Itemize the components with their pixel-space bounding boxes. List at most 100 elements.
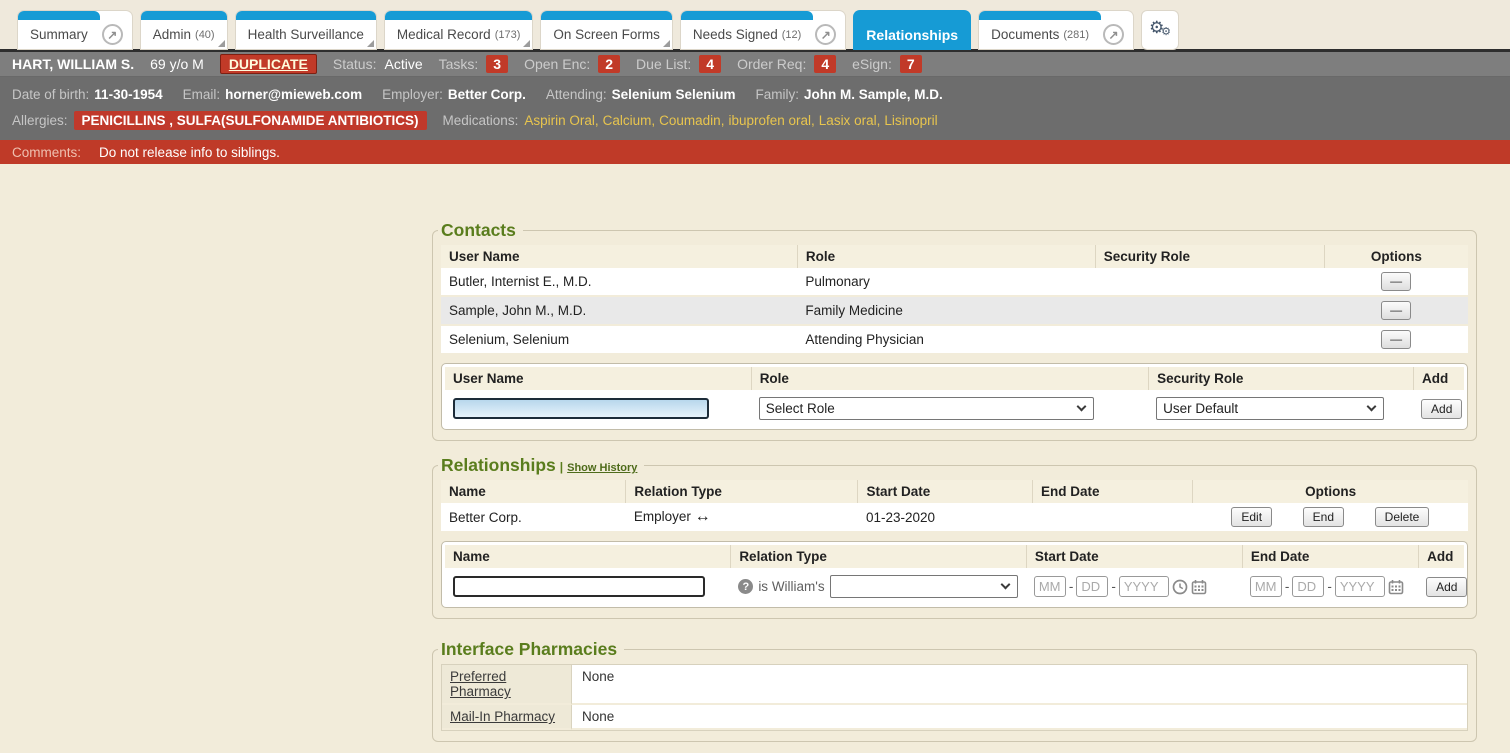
pharmacies-title: Interface Pharmacies [441, 639, 617, 659]
medication-item[interactable]: Aspirin Oral [524, 113, 598, 128]
medication-item[interactable]: Calcium [603, 113, 656, 128]
table-row: Better Corp. Employer ↔ 01-23-2020 Edit … [441, 503, 1468, 532]
end-year-input[interactable] [1335, 576, 1385, 597]
due-list-label: Due List: [636, 56, 691, 72]
tab-admin[interactable]: Admin (40) [141, 11, 227, 49]
settings-button[interactable]: ⚙ ⚙ [1142, 11, 1178, 49]
delete-relationship-button[interactable]: Delete [1375, 507, 1430, 527]
due-list-count-badge[interactable]: 4 [699, 55, 721, 73]
gears-icon: ⚙ [1161, 25, 1171, 38]
clock-icon[interactable] [1172, 579, 1188, 595]
contact-role: Attending Physician [797, 325, 1095, 354]
relationship-name-input[interactable] [453, 576, 705, 597]
family-label: Family: [755, 87, 799, 102]
tab-label: Relationships [866, 27, 958, 43]
edit-relationship-button[interactable]: Edit [1231, 507, 1272, 527]
start-year-input[interactable] [1119, 576, 1169, 597]
contact-role: Family Medicine [797, 296, 1095, 325]
tab-relationships[interactable]: Relationships [854, 11, 970, 49]
needs-signed-popout-button[interactable]: ↗ [813, 11, 845, 49]
calendar-icon[interactable] [1191, 579, 1207, 595]
tab-label: Summary [30, 27, 88, 42]
esign-count-badge[interactable]: 7 [900, 55, 922, 73]
medication-item[interactable]: Coumadin [659, 113, 724, 128]
contact-user-name-input[interactable] [453, 398, 709, 419]
calendar-icon[interactable] [1388, 579, 1404, 595]
tasks-count-badge[interactable]: 3 [486, 55, 508, 73]
relationships-table: Name Relation Type Start Date End Date O… [441, 480, 1468, 533]
dob-label: Date of birth: [12, 87, 89, 102]
order-req-count-badge[interactable]: 4 [814, 55, 836, 73]
comments-value: Do not release info to siblings. [99, 145, 280, 160]
start-day-input[interactable] [1076, 576, 1108, 597]
tab-label: Admin [153, 27, 191, 42]
contact-user-name: Selenium, Selenium [441, 325, 797, 354]
start-month-input[interactable] [1034, 576, 1066, 597]
end-month-input[interactable] [1250, 576, 1282, 597]
remove-contact-button[interactable]: — [1381, 272, 1411, 291]
status-value: Active [384, 56, 422, 72]
add-contact-button[interactable]: Add [1421, 399, 1462, 419]
medication-item[interactable]: ibuprofen oral [728, 113, 814, 128]
contact-security-role [1095, 296, 1324, 325]
mail-in-pharmacy-value: None [572, 705, 1467, 730]
remove-contact-button[interactable]: — [1381, 330, 1411, 349]
relationship-start-date: 01-23-2020 [858, 503, 1033, 532]
relation-type-select[interactable] [830, 575, 1018, 598]
table-row: Selenium, Selenium Attending Physician — [441, 325, 1468, 354]
tab-needs-signed[interactable]: Needs Signed (12) ↗ [681, 11, 845, 49]
contact-role-select[interactable]: Select Role [759, 397, 1094, 420]
medication-item[interactable]: Lasix oral [819, 113, 881, 128]
main-content: Contacts User Name Role Security Role Op… [0, 164, 1510, 753]
add-relationship-button[interactable]: Add [1426, 577, 1467, 597]
patient-header-bar: HART, WILLIAM S. 69 y/o M DUPLICATE Stat… [0, 49, 1510, 77]
date-separator: - [1285, 579, 1290, 594]
add-relationship-header-add: Add [1418, 545, 1464, 568]
remove-contact-button[interactable]: — [1381, 301, 1411, 320]
show-history-link[interactable]: Show History [567, 462, 637, 474]
add-relationship-header-start-date: Start Date [1026, 545, 1242, 568]
contacts-header-options: Options [1324, 245, 1468, 268]
contacts-table: User Name Role Security Role Options But… [441, 245, 1468, 355]
open-enc-count-badge[interactable]: 2 [598, 55, 620, 73]
allergies-label: Allergies: [12, 113, 68, 128]
patient-age-sex: 69 y/o M [150, 56, 204, 72]
tab-summary[interactable]: Summary ↗ [18, 11, 132, 49]
contacts-header-user-name: User Name [441, 245, 797, 268]
order-req-label: Order Req: [737, 56, 806, 72]
duplicate-badge[interactable]: DUPLICATE [220, 54, 317, 74]
preferred-pharmacy-link[interactable]: Preferred Pharmacy [450, 669, 511, 699]
dropdown-fold-icon [218, 40, 225, 47]
pharmacies-table: Preferred Pharmacy None Mail-In Pharmacy… [441, 664, 1468, 731]
tab-health-surveillance[interactable]: Health Surveillance [236, 11, 376, 49]
allergies-badge[interactable]: PENICILLINS , SULFA(SULFONAMIDE ANTIBIOT… [74, 111, 427, 130]
selected-option: Select Role [766, 401, 835, 416]
help-icon[interactable]: ? [738, 579, 753, 594]
tab-count: (173) [495, 29, 521, 41]
end-day-input[interactable] [1292, 576, 1324, 597]
dob-value: 11-30-1954 [94, 87, 162, 102]
attending-value: Selenium Selenium [612, 87, 736, 102]
relation-hint-text: is William's [758, 579, 824, 594]
contact-security-role-select[interactable]: User Default [1156, 397, 1384, 420]
add-contact-header-add: Add [1413, 367, 1464, 390]
mail-in-pharmacy-link[interactable]: Mail-In Pharmacy [450, 709, 555, 724]
contacts-title: Contacts [441, 220, 516, 240]
medications-list: Aspirin Oral Calcium Coumadin ibuprofen … [524, 113, 941, 128]
summary-popout-button[interactable]: ↗ [100, 11, 132, 49]
interface-pharmacies-section: Interface Pharmacies Preferred Pharmacy … [432, 639, 1477, 742]
tab-medical-record[interactable]: Medical Record (173) [385, 11, 532, 49]
tab-documents[interactable]: Documents (281) ↗ [979, 11, 1133, 49]
email-value: horner@mieweb.com [225, 87, 362, 102]
relationships-header-name: Name [441, 480, 626, 503]
employer-label: Employer: [382, 87, 443, 102]
chevron-down-icon [1367, 402, 1377, 412]
documents-popout-button[interactable]: ↗ [1101, 11, 1133, 49]
tab-on-screen-forms[interactable]: On Screen Forms [541, 11, 672, 49]
end-relationship-button[interactable]: End [1303, 507, 1344, 527]
relationship-name: Better Corp. [441, 503, 626, 532]
medication-item[interactable]: Lisinopril [884, 113, 937, 128]
contacts-header-role: Role [797, 245, 1095, 268]
open-enc-label: Open Enc: [524, 56, 590, 72]
contacts-section: Contacts User Name Role Security Role Op… [432, 220, 1477, 441]
